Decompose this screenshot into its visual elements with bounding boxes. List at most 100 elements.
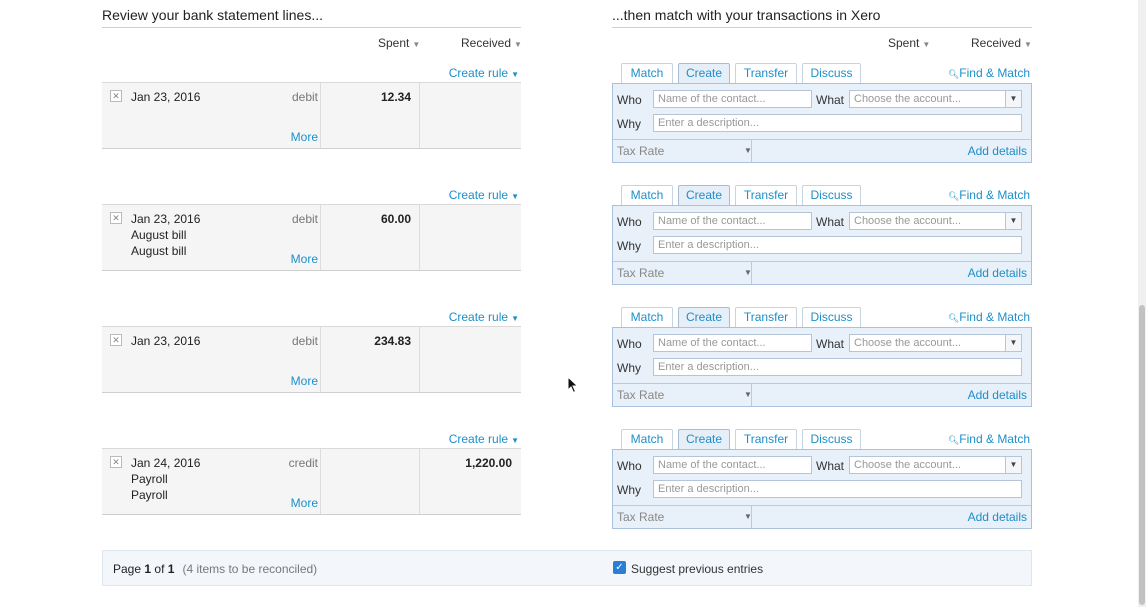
received-column-header[interactable]: Received ▼ [971,36,1032,50]
description-input[interactable]: Enter a description... [653,480,1022,498]
more-link[interactable]: More [291,130,318,144]
tab-discuss[interactable]: Discuss [802,63,861,83]
add-details-link[interactable]: Add details [968,144,1027,158]
match-section-title: ...then match with your transactions in … [612,6,1032,28]
search-icon: 🔍︎ [947,435,960,445]
tab-discuss[interactable]: Discuss [802,429,861,449]
create-panel: Who Name of the contact... What Choose t… [612,327,1032,407]
spent-column-header[interactable]: Spent ▼ [378,36,420,50]
why-label: Why [617,117,641,131]
statement-reference: Payroll [131,488,168,502]
who-label: Who [617,215,642,229]
create-rule-link[interactable]: Create rule ▼ [449,432,519,446]
more-link[interactable]: More [291,496,318,510]
scrollbar-thumb[interactable] [1139,305,1145,605]
who-input[interactable]: Name of the contact... [653,90,812,108]
tab-match[interactable]: Match [621,63,673,83]
remove-line-icon[interactable]: ✕ [110,334,122,346]
what-label: What [816,93,845,107]
spent-amount: 60.00 [380,212,411,226]
find-match-link[interactable]: 🔍︎Find & Match [948,66,1030,80]
chevron-down-icon: ▼ [511,192,519,201]
remove-line-icon[interactable]: ✕ [110,212,122,224]
more-link[interactable]: More [291,252,318,266]
why-label: Why [617,361,641,375]
tab-transfer[interactable]: Transfer [735,307,797,327]
tab-match[interactable]: Match [621,429,673,449]
statement-type: debit [291,212,318,226]
what-label: What [816,215,845,229]
tab-discuss[interactable]: Discuss [802,307,861,327]
tab-transfer[interactable]: Transfer [735,63,797,83]
create-rule-link[interactable]: Create rule ▼ [449,66,519,80]
suggest-checkbox[interactable]: ✓ [613,561,626,574]
tab-transfer[interactable]: Transfer [735,429,797,449]
panel-divider [613,139,1031,140]
chevron-down-icon: ▼ [1005,335,1021,351]
tab-discuss[interactable]: Discuss [802,185,861,205]
tab-match[interactable]: Match [621,185,673,205]
statement-type: debit [291,90,318,104]
statement-lines-column: Review your bank statement lines... Spen… [102,0,522,540]
statement-line: ✕ Jan 24, 2016 Payroll Payroll credit Mo… [102,448,521,515]
tab-create[interactable]: Create [678,307,730,327]
tax-rate-select[interactable]: Tax Rate [617,266,664,280]
statement-date: Jan 24, 2016 [131,456,201,470]
who-input[interactable]: Name of the contact... [653,334,812,352]
suggest-label[interactable]: Suggest previous entries [631,562,763,576]
remove-line-icon[interactable]: ✕ [110,90,122,102]
statement-reference: August bill [131,244,187,258]
tax-rate-select[interactable]: Tax Rate [617,144,664,158]
panel-separator [751,261,752,284]
account-select[interactable]: Choose the account... ▼ [849,212,1022,230]
spent-cell: 12.34 [320,83,420,148]
tab-create[interactable]: Create [678,63,730,83]
create-rule-link[interactable]: Create rule ▼ [449,310,519,324]
tax-rate-select[interactable]: Tax Rate [617,388,664,402]
tab-create[interactable]: Create [678,185,730,205]
statement-title-text: Review your bank statement lines... [102,7,323,23]
find-match-link[interactable]: 🔍︎Find & Match [948,310,1030,324]
match-tabs: Match Create Transfer Discuss [621,307,881,327]
account-select[interactable]: Choose the account... ▼ [849,456,1022,474]
add-details-link[interactable]: Add details [968,266,1027,280]
statement-section-title: Review your bank statement lines... [102,6,521,28]
add-details-link[interactable]: Add details [968,510,1027,524]
statement-date: Jan 23, 2016 [131,90,201,104]
panel-separator [751,383,752,406]
tab-match[interactable]: Match [621,307,673,327]
tax-rate-select[interactable]: Tax Rate [617,510,664,524]
tab-create[interactable]: Create [678,429,730,449]
match-tabs: Match Create Transfer Discuss [621,429,881,449]
create-panel: Who Name of the contact... What Choose t… [612,449,1032,529]
received-cell [421,327,520,392]
spent-column-header[interactable]: Spent ▼ [888,36,930,50]
statement-line: ✕ Jan 23, 2016 debit More 234.83 [102,326,521,393]
who-input[interactable]: Name of the contact... [653,212,812,230]
description-input[interactable]: Enter a description... [653,236,1022,254]
match-title-text: ...then match with your transactions in … [612,7,881,23]
vertical-scrollbar[interactable] [1138,0,1146,607]
find-match-link[interactable]: 🔍︎Find & Match [948,432,1030,446]
statement-date: Jan 23, 2016 [131,334,201,348]
items-to-reconcile: (4 items to be reconciled) [182,562,318,576]
panel-separator [751,505,752,528]
find-match-link[interactable]: 🔍︎Find & Match [948,188,1030,202]
statement-line: ✕ Jan 23, 2016 August bill August bill d… [102,204,521,271]
description-input[interactable]: Enter a description... [653,358,1022,376]
who-input[interactable]: Name of the contact... [653,456,812,474]
remove-line-icon[interactable]: ✕ [110,456,122,468]
create-rule-link[interactable]: Create rule ▼ [449,188,519,202]
who-label: Who [617,93,642,107]
chevron-down-icon: ▼ [511,436,519,445]
tab-transfer[interactable]: Transfer [735,185,797,205]
description-input[interactable]: Enter a description... [653,114,1022,132]
received-column-header[interactable]: Received ▼ [461,36,522,50]
sort-caret-icon: ▼ [514,40,522,49]
add-details-link[interactable]: Add details [968,388,1027,402]
chevron-down-icon: ▼ [511,70,519,79]
account-select[interactable]: Choose the account... ▼ [849,90,1022,108]
chevron-down-icon: ▼ [1005,457,1021,473]
account-select[interactable]: Choose the account... ▼ [849,334,1022,352]
more-link[interactable]: More [291,374,318,388]
